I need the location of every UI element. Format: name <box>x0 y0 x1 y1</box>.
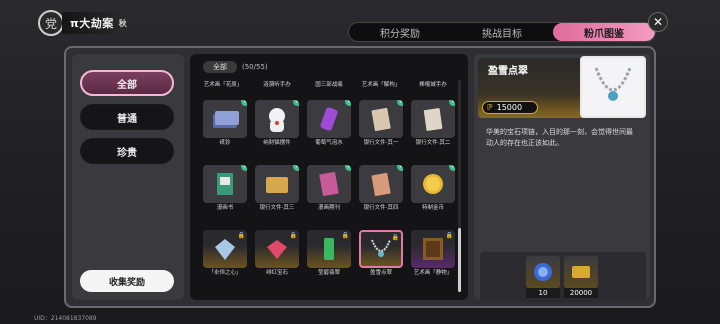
top-tabs: 积分奖励 挑战目标 粉爪图鉴 <box>348 22 656 42</box>
collection-item[interactable]: ✓ 银行文件·其三 <box>255 165 299 213</box>
filter-dropdown[interactable]: 全部 <box>203 61 237 73</box>
check-icon: ✓ <box>449 100 455 106</box>
check-icon: ✓ <box>345 165 351 171</box>
lock-icon: 🔒 <box>237 232 245 239</box>
collection-item[interactable]: ✓ 银行文件·其四 <box>359 165 403 213</box>
category-normal-button[interactable]: 普通 <box>80 104 174 130</box>
check-icon: ✓ <box>241 100 247 106</box>
top-row-label: 艺术画「花原」 <box>203 82 243 88</box>
check-icon: ✓ <box>397 165 403 171</box>
scrollbar-thumb[interactable] <box>458 228 461 292</box>
detail-item-image <box>580 56 646 118</box>
check-icon: ✓ <box>397 100 403 106</box>
item-thumb: ✓ <box>307 165 351 203</box>
item-thumb: ✓ <box>411 100 455 138</box>
item-thumb: ✓ <box>307 100 351 138</box>
tab-pink-claw-collection[interactable]: 粉爪图鉴 <box>553 23 655 41</box>
item-thumb: 🔒 <box>411 230 455 268</box>
painting-icon <box>423 238 443 260</box>
detail-price: ℙ 15000 <box>482 101 538 114</box>
top-row-label: 涟漪听手办 <box>263 82 291 88</box>
lock-icon: 🔒 <box>391 234 399 241</box>
check-icon: ✓ <box>293 100 299 106</box>
item-thumb: 🔒 <box>203 230 247 268</box>
close-button[interactable]: ✕ <box>648 12 668 32</box>
lock-icon: 🔒 <box>341 232 349 239</box>
category-precious-button[interactable]: 珍贵 <box>80 138 174 164</box>
folder-icon <box>266 177 288 193</box>
item-thumb: ✓ <box>203 165 247 203</box>
lock-icon: 🔒 <box>445 232 453 239</box>
item-thumb: ✓ <box>359 100 403 138</box>
ruby-icon <box>267 240 287 259</box>
tab-challenge-goals[interactable]: 挑战目标 <box>451 23 553 41</box>
document-icon <box>423 108 443 131</box>
collection-item[interactable]: ✓ 银行文件·其一 <box>359 100 403 148</box>
user-uid: UID：214081837089 <box>34 315 97 322</box>
detail-item-name: 盈雪点翠 <box>488 66 528 77</box>
collection-count: (50/55) <box>242 63 268 71</box>
collection-item[interactable]: ✓ 纸钞 <box>203 100 247 148</box>
item-thumb: ✓ <box>255 100 299 138</box>
item-thumb: ✓ <box>411 165 455 203</box>
collect-reward-button[interactable]: 收集奖励 <box>80 270 174 292</box>
emerald-icon <box>324 238 334 260</box>
reward-value: 10 <box>526 288 560 298</box>
item-thumb: ✓ <box>359 165 403 203</box>
gold-coin-icon <box>423 174 443 194</box>
top-row-label: 棒棍城手办 <box>419 82 447 88</box>
close-icon: ✕ <box>652 15 664 29</box>
check-icon: ✓ <box>345 100 351 106</box>
collection-item[interactable]: ✓ 葡萄气泡水 <box>307 100 351 148</box>
reward-item[interactable]: 20000 <box>564 256 598 298</box>
item-thumb: 🔒 <box>307 230 351 268</box>
item-thumb-selected: 🔒 <box>359 230 403 268</box>
event-title-text: π大劫案 <box>70 17 114 30</box>
document-icon <box>371 172 391 197</box>
gold-card-icon <box>572 266 590 278</box>
check-icon: ✓ <box>293 165 299 171</box>
detail-price-value: 15000 <box>496 103 523 112</box>
event-title: π大劫案 秋 <box>62 12 132 34</box>
blue-gem-icon <box>534 263 552 281</box>
item-thumb: ✓ <box>255 165 299 203</box>
event-logo-icon: 党 <box>38 10 64 36</box>
reward-item[interactable]: 10 <box>526 256 560 298</box>
reward-value: 20000 <box>564 288 598 298</box>
collection-item[interactable]: ✓ 银行文件·其二 <box>411 100 455 148</box>
item-thumb: ✓ <box>203 100 247 138</box>
check-icon: ✓ <box>241 165 247 171</box>
tab-points-reward[interactable]: 积分奖励 <box>349 23 451 41</box>
collection-item[interactable]: 🔒 「永恒之心」 <box>203 230 247 278</box>
necklace-icon <box>594 67 632 101</box>
collection-item[interactable]: ✓ 纳财猫摆件 <box>255 100 299 148</box>
detail-rewards <box>480 252 646 302</box>
collection-item[interactable]: 🔒 盈雪点翠 <box>359 230 403 278</box>
banknotes-icon <box>213 111 239 128</box>
soda-can-icon <box>320 107 338 131</box>
detail-description: 华美的宝石项链，入目的那一刻，会觉得世间最动人的存在也正该如此。 <box>486 128 633 147</box>
document-icon <box>371 107 391 132</box>
check-icon: ✓ <box>449 165 455 171</box>
comic-book-icon <box>217 173 233 195</box>
collection-item[interactable]: 🔒 绯红宝石 <box>255 230 299 278</box>
top-row-label: 艺术画「解构」 <box>361 82 401 88</box>
collection-item[interactable]: ✓ 漫画期刊 <box>307 165 351 213</box>
event-title-badge: 秋 <box>118 18 128 28</box>
reward-thumb <box>526 256 560 288</box>
lucky-cat-icon <box>269 108 285 132</box>
diamond-icon <box>215 239 235 260</box>
magazine-icon <box>319 171 339 197</box>
lock-icon: 🔒 <box>289 232 297 239</box>
top-row-label: 国三部战痛 <box>315 82 343 88</box>
collection-item[interactable]: 🔒 艺术画「静物」 <box>411 230 455 278</box>
reward-thumb <box>564 256 598 288</box>
collection-item[interactable]: ✓ 漫画书 <box>203 165 247 213</box>
currency-icon: ℙ <box>487 103 493 112</box>
item-thumb: 🔒 <box>255 230 299 268</box>
collection-item[interactable]: 🔒 莹碧翡翠 <box>307 230 351 278</box>
collection-item[interactable]: ✓ 特制金币 <box>411 165 455 213</box>
category-all-button[interactable]: 全部 <box>80 70 174 96</box>
